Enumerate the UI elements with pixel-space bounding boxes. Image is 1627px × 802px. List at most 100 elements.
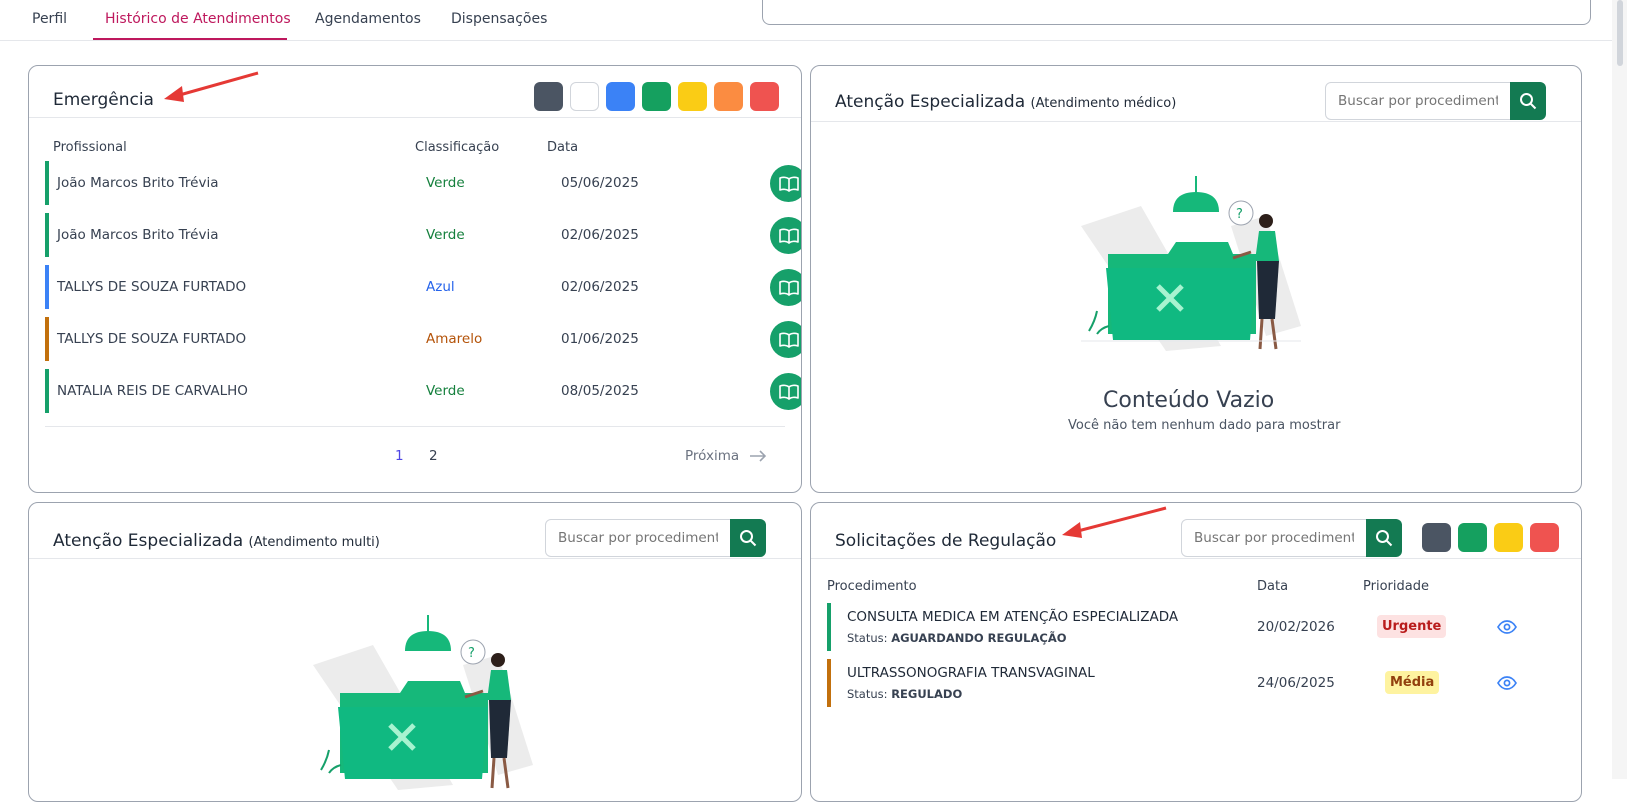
next-page-button[interactable]: Próxima	[685, 448, 767, 464]
professional-name: NATALIA REIS DE CARVALHO	[57, 383, 248, 399]
svg-text:?: ?	[468, 646, 475, 661]
row-date: 01/06/2025	[561, 331, 639, 347]
view-record-button[interactable]	[770, 217, 801, 254]
atencao-multi-title: Atenção Especializada (Atendimento multi…	[53, 531, 380, 551]
view-record-button[interactable]	[770, 165, 801, 202]
emergencia-card: Emergência Profissional Classificação Da…	[28, 65, 802, 493]
row-date: 02/06/2025	[561, 227, 639, 243]
color-filter-swatch[interactable]	[1422, 523, 1451, 552]
table-row: João Marcos Brito Trévia Verde 05/06/2025	[45, 161, 801, 205]
tab-dispensacoes[interactable]: Dispensações	[451, 11, 547, 27]
book-icon	[778, 176, 799, 192]
color-filter-swatch[interactable]	[678, 82, 707, 111]
row-date: 20/02/2026	[1257, 619, 1335, 635]
classification-bar	[45, 265, 49, 309]
page-1[interactable]: 1	[395, 448, 404, 464]
row-date: 05/06/2025	[561, 175, 639, 191]
procedure-name: ULTRASSONOGRAFIA TRANSVAGINAL	[847, 665, 1095, 681]
color-filter-swatch[interactable]	[714, 82, 743, 111]
scrollbar-thumb[interactable]	[1617, 0, 1623, 66]
classification-label: Verde	[426, 175, 465, 191]
page-2[interactable]: 2	[429, 448, 438, 464]
col-prioridade: Prioridade	[1363, 579, 1429, 594]
classification-label: Verde	[426, 383, 465, 399]
color-filter-swatch[interactable]	[1530, 523, 1559, 552]
atencao-multi-card: Atenção Especializada (Atendimento multi…	[28, 502, 802, 802]
col-classificacao: Classificação	[415, 140, 500, 155]
view-record-button[interactable]	[770, 321, 801, 358]
next-label: Próxima	[685, 448, 740, 464]
priority-bar	[827, 659, 831, 707]
color-filter-swatch[interactable]	[1494, 523, 1523, 552]
classification-bar	[45, 369, 49, 413]
top-info-box	[762, 0, 1591, 25]
regulacao-search-button[interactable]	[1366, 519, 1402, 557]
priority-badge: Urgente	[1377, 615, 1447, 638]
empty-state-title: Conteúdo Vazio	[1103, 388, 1275, 413]
svg-text:?: ?	[1236, 207, 1243, 222]
professional-name: TALLYS DE SOUZA FURTADO	[57, 279, 247, 295]
classification-label: Azul	[426, 279, 455, 295]
arrow-right-icon	[750, 450, 767, 462]
empty-folder-illustration: ?	[1081, 176, 1301, 351]
eye-icon[interactable]	[1497, 676, 1517, 690]
atencao-multi-search-input[interactable]	[545, 519, 731, 557]
regulacao-card: Solicitações de Regulação Procedimento D…	[810, 502, 1582, 802]
emergencia-title: Emergência	[53, 90, 154, 110]
tab-agendamentos[interactable]: Agendamentos	[315, 11, 421, 27]
table-row: TALLYS DE SOUZA FURTADO Azul 02/06/2025	[45, 265, 801, 309]
empty-state-subtitle: Você não tem nenhum dado para mostrar	[1068, 418, 1341, 433]
emergencia-color-filter	[534, 82, 794, 112]
search-icon	[1520, 93, 1537, 110]
annotation-arrow-emergencia	[164, 71, 259, 102]
eye-icon[interactable]	[1497, 620, 1517, 634]
book-icon	[778, 228, 799, 244]
procedure-status: Status: AGUARDANDO REGULAÇÃO	[847, 631, 1067, 645]
professional-name: TALLYS DE SOUZA FURTADO	[57, 331, 247, 347]
empty-folder-illustration: ?	[313, 615, 533, 790]
annotation-arrow-regulacao	[1062, 506, 1167, 538]
color-filter-swatch[interactable]	[534, 82, 563, 111]
color-filter-swatch[interactable]	[1458, 523, 1487, 552]
classification-bar	[45, 213, 49, 257]
book-icon	[778, 280, 799, 296]
regulacao-search-input[interactable]	[1181, 519, 1367, 557]
classification-bar	[45, 161, 49, 205]
priority-badge: Média	[1385, 671, 1440, 694]
color-filter-swatch[interactable]	[606, 82, 635, 111]
procedure-status: Status: REGULADO	[847, 687, 963, 701]
atencao-medico-card: Atenção Especializada (Atendimento médic…	[810, 65, 1582, 493]
color-filter-swatch[interactable]	[570, 82, 599, 111]
tab-perfil[interactable]: Perfil	[32, 11, 67, 27]
row-date: 02/06/2025	[561, 279, 639, 295]
procedure-name: CONSULTA MEDICA EM ATENÇÃO ESPECIALIZADA	[847, 609, 1179, 625]
active-tab-underline	[93, 38, 287, 40]
professional-name: João Marcos Brito Trévia	[57, 175, 219, 191]
classification-label: Amarelo	[426, 331, 483, 347]
table-row: João Marcos Brito Trévia Verde 02/06/2025	[45, 213, 801, 257]
divider	[45, 426, 785, 427]
regulacao-color-filter	[1422, 523, 1572, 553]
atencao-medico-search-input[interactable]	[1325, 82, 1511, 120]
row-date: 08/05/2025	[561, 383, 639, 399]
color-filter-swatch[interactable]	[642, 82, 671, 111]
book-icon	[778, 332, 799, 348]
priority-bar	[827, 603, 831, 651]
col-procedimento: Procedimento	[827, 579, 917, 594]
table-row: ULTRASSONOGRAFIA TRANSVAGINAL Status: REG…	[827, 659, 1567, 707]
classification-bar	[45, 317, 49, 361]
col-profissional: Profissional	[53, 140, 127, 155]
color-filter-swatch[interactable]	[750, 82, 779, 111]
tab-historico-atendimentos[interactable]: Histórico de Atendimentos	[105, 11, 291, 27]
vertical-scrollbar[interactable]	[1612, 0, 1627, 779]
book-icon	[778, 384, 799, 400]
col-data: Data	[547, 140, 579, 155]
table-row: TALLYS DE SOUZA FURTADO Amarelo 01/06/2025	[45, 317, 801, 361]
table-row: NATALIA REIS DE CARVALHO Verde 08/05/2025	[45, 369, 801, 413]
view-record-button[interactable]	[770, 269, 801, 306]
view-record-button[interactable]	[770, 373, 801, 410]
search-icon	[740, 530, 757, 547]
classification-label: Verde	[426, 227, 465, 243]
atencao-medico-search-button[interactable]	[1510, 82, 1546, 120]
atencao-multi-search-button[interactable]	[730, 519, 766, 557]
